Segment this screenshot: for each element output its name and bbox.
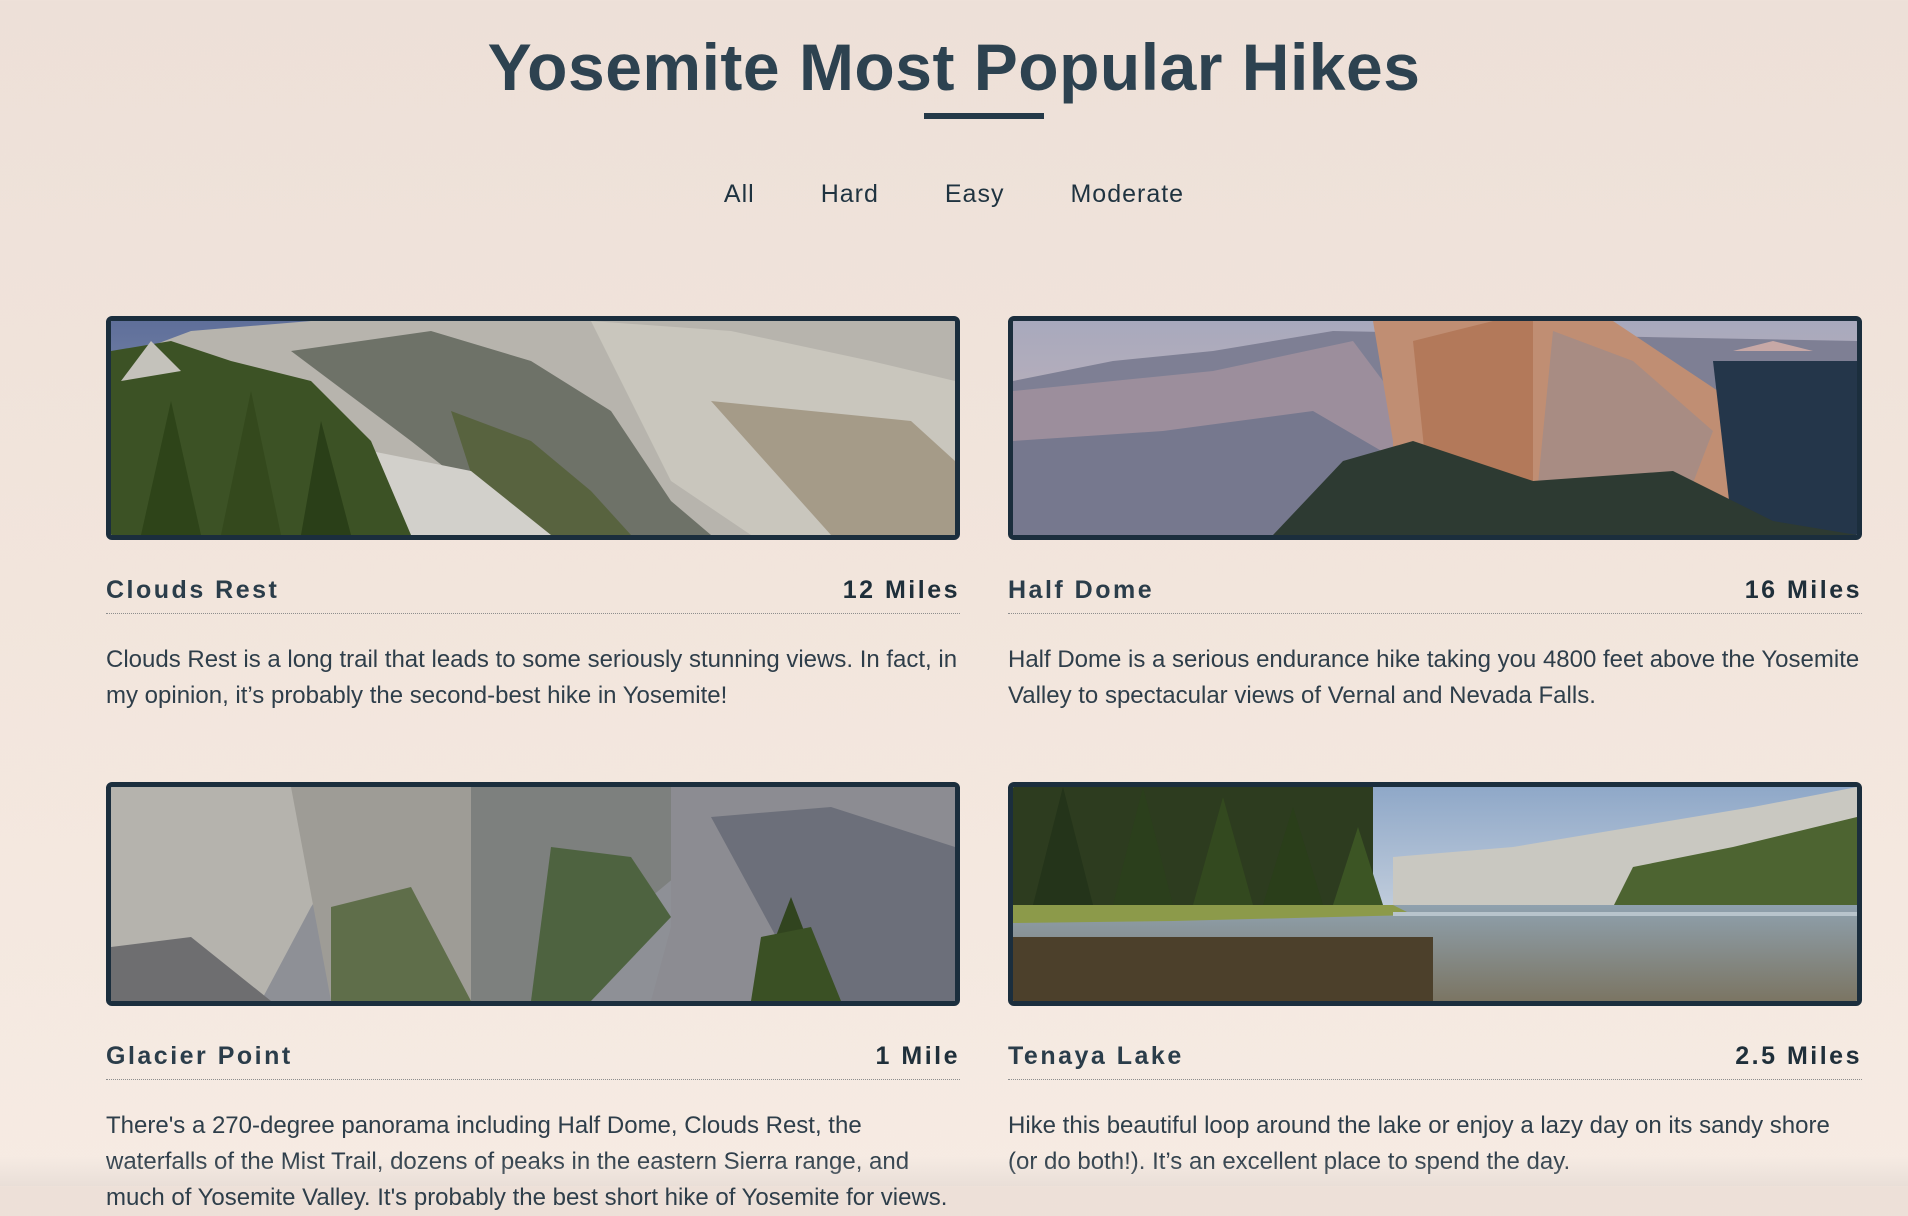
tenaya-lake-photo	[1013, 787, 1857, 1001]
hike-header: Glacier Point 1 Mile	[106, 1042, 960, 1080]
hike-distance: 1 Mile	[875, 1042, 960, 1070]
hike-card-clouds-rest[interactable]: Clouds Rest 12 Miles Clouds Rest is a lo…	[106, 316, 960, 714]
bottom-fade	[0, 1156, 1908, 1186]
hike-card-tenaya-lake[interactable]: Tenaya Lake 2.5 Miles Hike this beautifu…	[1008, 782, 1862, 1180]
half-dome-photo	[1013, 321, 1857, 535]
hike-distance: 2.5 Miles	[1735, 1042, 1862, 1070]
hike-distance: 12 Miles	[842, 576, 960, 604]
hike-image-half-dome[interactable]	[1008, 316, 1862, 540]
hike-name: Clouds Rest	[106, 576, 280, 604]
hike-image-tenaya-lake[interactable]	[1008, 782, 1862, 1006]
hike-description: Half Dome is a serious endurance hike ta…	[1008, 646, 1860, 709]
glacier-point-photo	[111, 787, 955, 1001]
hike-card-half-dome[interactable]: Half Dome 16 Miles Half Dome is a seriou…	[1008, 316, 1862, 714]
title-underline	[924, 113, 1044, 119]
hike-name: Half Dome	[1008, 576, 1155, 604]
page-title: Yosemite Most Popular Hikes	[487, 30, 1421, 104]
hike-image-glacier-point[interactable]	[106, 782, 960, 1006]
filter-easy-button[interactable]: Easy	[945, 176, 1005, 213]
hike-name: Tenaya Lake	[1008, 1042, 1184, 1070]
hike-distance: 16 Miles	[1744, 576, 1862, 604]
hike-image-clouds-rest[interactable]	[106, 316, 960, 540]
hike-header: Tenaya Lake 2.5 Miles	[1008, 1042, 1862, 1080]
hike-description: Clouds Rest is a long trail that leads t…	[106, 646, 958, 709]
hike-name: Glacier Point	[106, 1042, 293, 1070]
difficulty-filter-nav: All Hard Easy Moderate	[0, 176, 1908, 213]
clouds-rest-photo	[111, 321, 955, 535]
hike-header: Clouds Rest 12 Miles	[106, 576, 960, 614]
hike-header: Half Dome 16 Miles	[1008, 576, 1862, 614]
filter-all-button[interactable]: All	[724, 176, 755, 213]
hike-card-glacier-point[interactable]: Glacier Point 1 Mile There's a 270-degre…	[106, 782, 960, 1216]
filter-moderate-button[interactable]: Moderate	[1070, 176, 1184, 213]
filter-hard-button[interactable]: Hard	[821, 176, 879, 213]
